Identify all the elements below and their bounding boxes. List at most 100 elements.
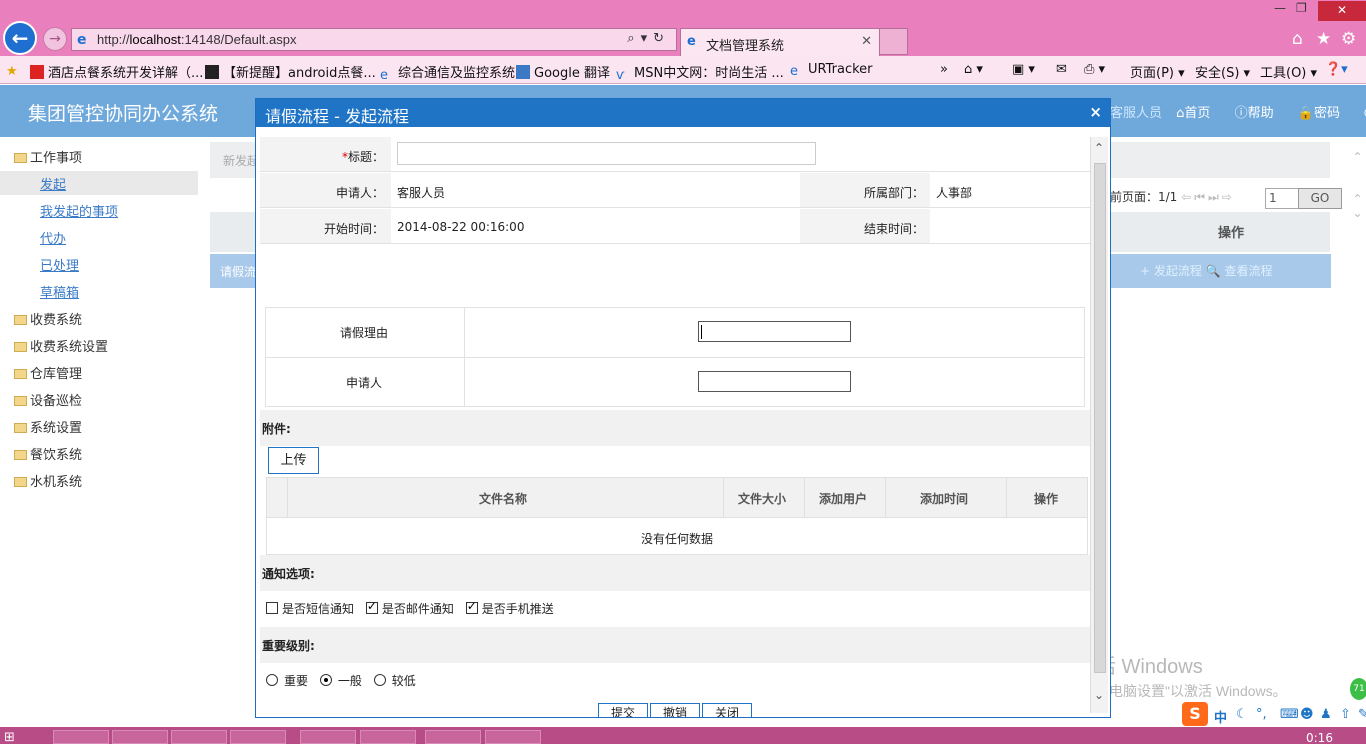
address-url: http://localhost:14148/Default.aspx — [97, 32, 297, 47]
favorites-bar: ★ 酒店点餐系统开发详解（... 【新提醒】android点餐... e 综合通信… — [0, 56, 1366, 84]
dialog-close-icon[interactable]: × — [1089, 103, 1102, 121]
taskbar-app[interactable] — [230, 730, 286, 744]
keyboard-icon[interactable]: ⌨ — [1280, 707, 1299, 722]
favorite-item[interactable]: ѵ MSN中文网：时尚生活 ... — [616, 62, 784, 83]
tools-menu[interactable]: 工具(O) ▾ — [1260, 62, 1317, 81]
ime-mode[interactable]: 中 — [1214, 707, 1227, 726]
favorite-item[interactable]: Google 翻译 — [516, 62, 610, 81]
sidebar-item-my-started[interactable]: 我发起的事项 — [40, 201, 118, 220]
page-menu[interactable]: 页面(P) ▾ — [1130, 62, 1185, 81]
taskbar-chrome[interactable] — [171, 730, 227, 744]
rss-icon[interactable]: ▣ ▾ — [1012, 62, 1035, 77]
taskbar-explorer[interactable] — [112, 730, 168, 744]
submit-button[interactable]: 提交 — [598, 703, 648, 717]
page-number-input[interactable]: 1 — [1265, 188, 1299, 209]
favorite-item[interactable]: 【新提醒】android点餐... — [205, 62, 376, 81]
address-tools[interactable]: ⌕▾↻ — [627, 31, 670, 46]
taskbar-visual-studio[interactable] — [300, 730, 356, 744]
push-notify-checkbox[interactable]: 是否手机推送 — [465, 599, 554, 616]
moon-icon[interactable]: ☾ — [1236, 707, 1248, 722]
mail-icon[interactable]: ✉ — [1056, 62, 1067, 77]
sub-applicant-input[interactable] — [698, 371, 851, 392]
maximize-icon[interactable]: ❐ — [1296, 1, 1307, 15]
priority-high-radio[interactable]: 重要 — [266, 674, 308, 688]
sidebar-group-inspection[interactable]: 设备巡检 — [14, 390, 82, 409]
scroll-thumb[interactable] — [1094, 163, 1106, 673]
sidebar-item-done[interactable]: 已处理 — [40, 255, 79, 274]
title-input[interactable] — [397, 142, 816, 165]
sidebar-group-charge-settings[interactable]: 收费系统设置 — [14, 336, 108, 355]
radio[interactable] — [266, 674, 278, 686]
page-scrollbar[interactable]: ⌃ ⌃ ⌄ — [1349, 150, 1366, 250]
pager-arrows-icon[interactable]: ⇦⏮⏭⇨ — [1181, 190, 1235, 204]
table-row-actions[interactable]: + 发起流程 🔍 查看流程 — [1140, 262, 1272, 279]
forward-button[interactable]: → — [43, 27, 67, 51]
window-close-icon[interactable]: ✕ — [1318, 1, 1366, 21]
sidebar-group-charge[interactable]: 收费系统 — [14, 309, 82, 328]
applicant-label: 申请人： — [335, 186, 384, 200]
checkbox[interactable] — [266, 602, 278, 614]
home-icon[interactable]: ⌂ ▾ — [964, 62, 983, 77]
taskbar-ie[interactable] — [53, 730, 109, 744]
upload-arrow-icon[interactable]: ⇧ — [1340, 707, 1351, 722]
print-icon[interactable]: ⎙ ▾ — [1084, 62, 1105, 77]
sidebar-group-warehouse[interactable]: 仓库管理 — [14, 363, 82, 382]
password-link[interactable]: 🔒密码 — [1298, 106, 1350, 121]
sidebar-item-start[interactable]: 发起 — [40, 174, 66, 193]
priority-normal-radio[interactable]: 一般 — [319, 674, 362, 688]
sub-applicant-label: 申请人 — [346, 376, 383, 390]
tab-document-system[interactable]: e 文档管理系统 ✕ — [680, 28, 880, 56]
favorite-item[interactable]: e URTracker — [790, 62, 873, 79]
dialog-scrollbar[interactable]: ⌃ ⌄ — [1090, 137, 1108, 713]
window-controls: — ❐ ✕ — [1266, 0, 1366, 21]
go-button[interactable]: GO — [1298, 188, 1342, 209]
security-badge-icon[interactable]: 71 — [1348, 676, 1366, 702]
address-bar[interactable]: e http://localhost:14148/Default.aspx ⌕▾… — [71, 28, 677, 51]
taskbar-network[interactable] — [485, 730, 541, 744]
upload-button[interactable]: 上传 — [268, 447, 319, 474]
sidebar-group-catering[interactable]: 餐饮系统 — [14, 444, 82, 463]
sidebar-group-system-settings[interactable]: 系统设置 — [14, 417, 82, 436]
wrench-icon[interactable]: ✎ — [1358, 707, 1366, 722]
minimize-icon[interactable]: — — [1274, 1, 1286, 15]
close-button[interactable]: 关闭 — [702, 703, 752, 717]
sms-notify-checkbox[interactable]: 是否短信通知 — [266, 602, 354, 616]
table-row-text: 请假流 — [220, 265, 257, 279]
user-icon[interactable]: ♟ — [1320, 707, 1332, 722]
applicant-value-cell — [391, 173, 800, 208]
radio[interactable] — [319, 674, 332, 686]
new-tab-button[interactable] — [880, 28, 908, 55]
checkbox[interactable] — [465, 599, 478, 614]
safety-menu[interactable]: 安全(S) ▾ — [1195, 62, 1250, 81]
favorites-star-icon[interactable]: ★ — [6, 62, 24, 79]
checkbox[interactable] — [365, 599, 378, 614]
radio[interactable] — [373, 674, 386, 686]
skin-icon[interactable]: ☻ — [1300, 707, 1314, 722]
grid-column-operation: 操作 — [1218, 226, 1245, 241]
sidebar-group-work[interactable]: 工作事项 — [14, 147, 82, 166]
email-notify-checkbox[interactable]: 是否邮件通知 — [365, 599, 454, 616]
favorites-star-icon[interactable]: ★ — [1316, 29, 1331, 49]
sidebar-item-todo[interactable]: 代办 — [40, 228, 66, 247]
priority-low-radio[interactable]: 较低 — [373, 674, 416, 688]
scroll-down-icon[interactable]: ⌄ — [1094, 688, 1104, 702]
more-chevron-icon[interactable]: » — [940, 62, 948, 77]
punct-icon[interactable]: °, — [1256, 707, 1267, 722]
back-button[interactable]: ← — [3, 21, 37, 55]
home-link[interactable]: ⌂首页 — [1176, 106, 1220, 121]
taskbar-word[interactable] — [360, 730, 416, 744]
home-icon[interactable]: ⌂ — [1292, 29, 1303, 49]
tab-close-icon[interactable]: ✕ — [861, 34, 872, 49]
sidebar-group-water[interactable]: 水机系统 — [14, 471, 82, 490]
start-windows-icon[interactable]: ⊞ — [4, 730, 60, 744]
help-icon[interactable]: ❓▾ — [1325, 62, 1348, 77]
favorite-item[interactable]: e 综合通信及监控系统 — [380, 62, 515, 83]
settings-gear-icon[interactable]: ⚙ — [1341, 29, 1356, 49]
sidebar-item-drafts[interactable]: 草稿箱 — [40, 282, 79, 301]
revoke-button[interactable]: 撤销 — [650, 703, 700, 717]
scroll-up-icon[interactable]: ⌃ — [1094, 141, 1104, 155]
taskbar-photo[interactable] — [425, 730, 481, 744]
leave-reason-input[interactable] — [698, 321, 851, 342]
favorite-item[interactable]: 酒店点餐系统开发详解（... — [30, 62, 203, 81]
help-link[interactable]: ⓘ帮助 — [1235, 106, 1284, 121]
